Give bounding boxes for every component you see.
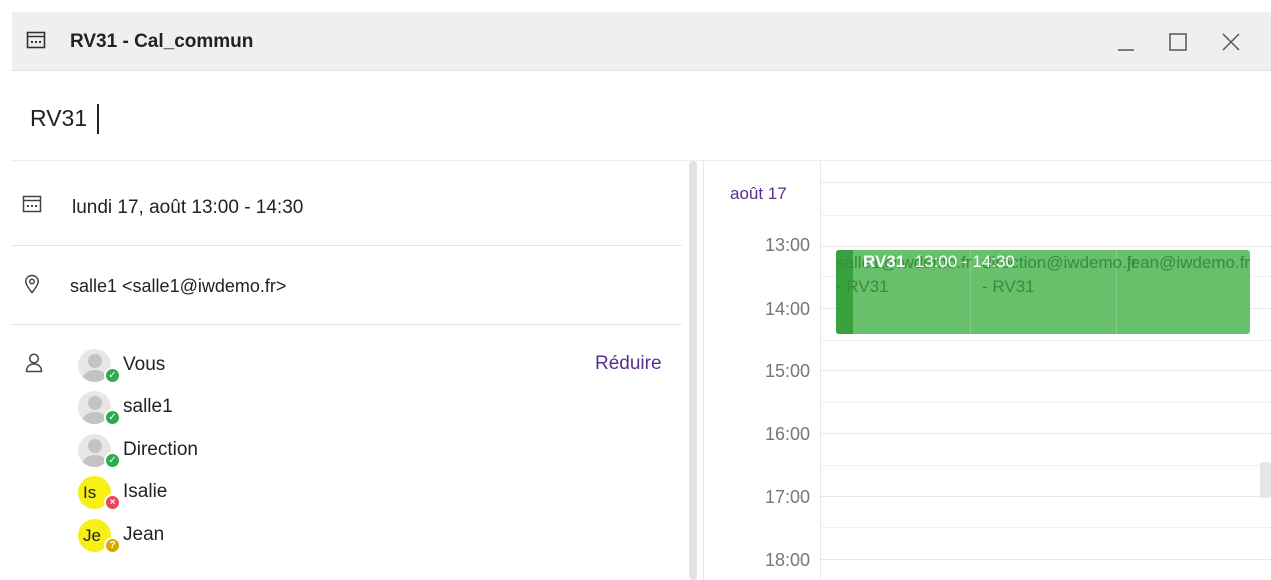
avatar-initials: Je [83, 526, 101, 545]
time-label: 15:00 [764, 361, 810, 381]
calendar-day-header: août 17 [730, 184, 787, 203]
calendar-icon [26, 30, 46, 55]
text-caret [97, 104, 99, 134]
maximize-icon[interactable] [1164, 28, 1192, 56]
time-label: 18:00 [764, 550, 810, 570]
gridline [820, 246, 1271, 247]
accepted-check-icon: ✓ [104, 452, 121, 469]
tentative-question-icon: ? [104, 537, 121, 554]
accepted-check-icon: ✓ [104, 367, 121, 384]
event-title: RV31 13:00 - 14:30 [863, 252, 1015, 272]
gridline [820, 559, 1271, 560]
gridline [820, 433, 1271, 434]
window-title: RV31 - Cal_commun [70, 31, 254, 52]
attendee-name: salle1 [123, 396, 173, 417]
event-location: salle1 <salle1@iwdemo.fr> [70, 276, 287, 296]
event-attendee-label: - RV31 [982, 277, 1035, 296]
event-date-time: lundi 17, août 13:00 - 14:30 [72, 197, 304, 218]
gridline [820, 496, 1271, 497]
calendar-event[interactable]: salle1@iwdemo.fr - RV31 direction@iwdemo… [836, 250, 1250, 334]
gridline [820, 465, 1271, 466]
subject-input[interactable] [30, 98, 1230, 138]
reduce-attendees-link[interactable]: Réduire [595, 353, 662, 375]
declined-x-icon: × [104, 494, 121, 511]
gridline [820, 527, 1271, 528]
event-time: 13:00 - 14:30 [914, 252, 1015, 271]
attendee-item[interactable]: ✓ salle1 [78, 391, 478, 426]
attendee-item[interactable]: Is × Isalie [78, 476, 478, 511]
time-label: 13:00 [764, 235, 810, 255]
calendar-icon [22, 194, 42, 219]
accepted-check-icon: ✓ [104, 409, 121, 426]
gridline [820, 402, 1271, 403]
minimize-icon[interactable] [1112, 28, 1140, 56]
avatar-initials: Is [83, 483, 97, 502]
attendee-item[interactable]: ✓ Direction [78, 434, 478, 469]
attendee-item[interactable]: Je ? Jean [78, 519, 478, 554]
attendee-name: Vous [123, 354, 166, 375]
location-pin-icon [24, 274, 40, 299]
divider [12, 324, 682, 325]
person-icon [25, 353, 43, 378]
time-label: 17:00 [764, 487, 810, 507]
attendee-item[interactable]: ✓ Vous [78, 349, 478, 384]
gridline [820, 340, 1271, 341]
window-titlebar: RV31 - Cal_commun [12, 12, 1271, 71]
event-title-text: RV31 [863, 252, 906, 271]
calendar-scrollbar[interactable] [1260, 462, 1271, 498]
attendee-name: Isalie [123, 481, 168, 502]
gridline [820, 370, 1271, 371]
divider [12, 245, 682, 246]
gridline [820, 182, 1271, 183]
event-attendee-label: jean@iwdemo.fr [1127, 253, 1250, 272]
attendee-name: Jean [123, 524, 165, 545]
attendee-name: Direction [123, 439, 198, 460]
gridline [820, 215, 1271, 216]
time-label: 14:00 [764, 299, 810, 319]
details-scrollbar[interactable] [689, 161, 697, 580]
time-label: 16:00 [764, 424, 810, 444]
event-attendee-label: - RV31 [836, 277, 889, 296]
close-icon[interactable] [1217, 28, 1245, 56]
